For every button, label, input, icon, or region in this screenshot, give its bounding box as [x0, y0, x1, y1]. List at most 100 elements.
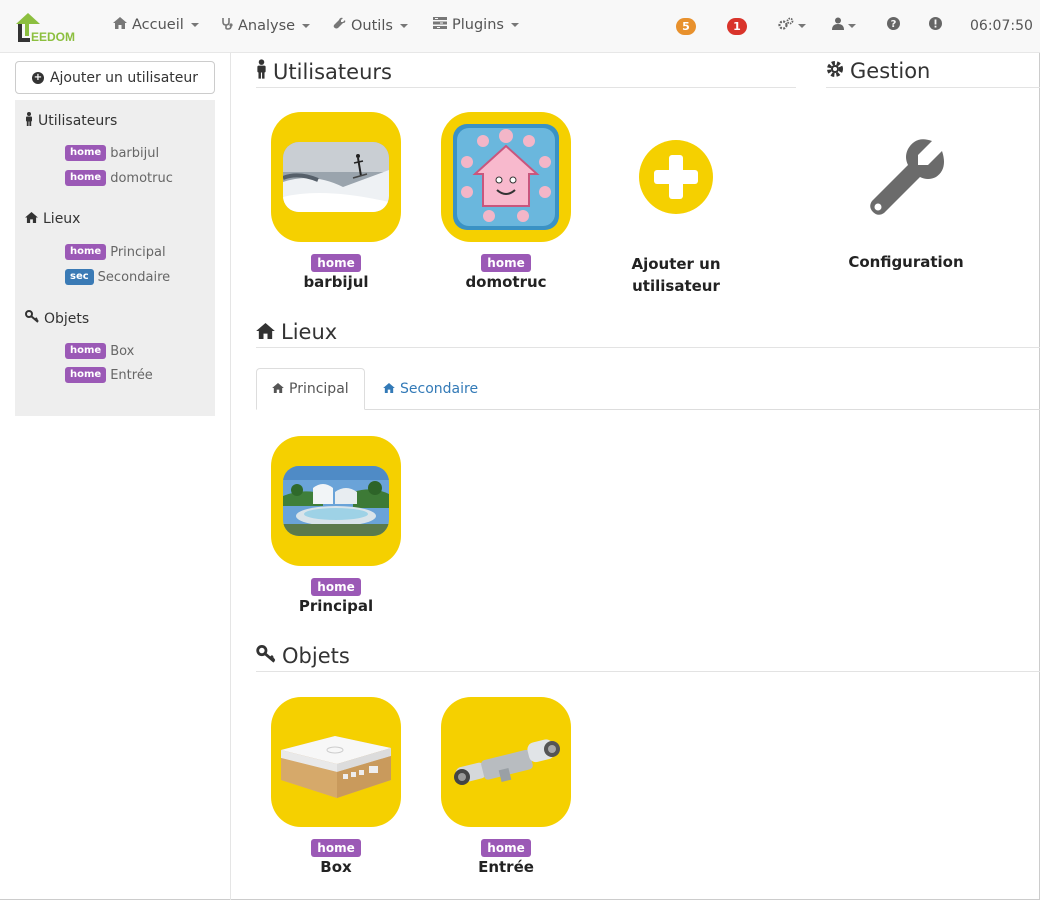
alert-button[interactable] — [929, 17, 942, 34]
sec-tag: sec — [65, 269, 94, 285]
tab-secondaire[interactable]: Secondaire — [368, 368, 493, 410]
ski-photo — [283, 142, 389, 212]
chevron-down-icon — [848, 23, 856, 28]
house-avatar-image — [453, 124, 559, 230]
sidebar-item-label: Entrée — [110, 367, 153, 383]
warnings-badge[interactable]: 5 — [676, 18, 696, 35]
sidebar-item-label: Principal — [110, 244, 166, 260]
system-menu[interactable] — [778, 17, 806, 35]
user-card-domotruc[interactable]: home domotruc — [431, 112, 581, 291]
add-user-button[interactable]: + Ajouter un utilisateur — [15, 61, 215, 94]
logo-text: EEDOM — [31, 30, 75, 44]
plus-circle-icon: + — [31, 71, 44, 84]
clock: 06:07:50 — [970, 18, 1033, 34]
home-tag: home — [65, 244, 107, 260]
villa-photo — [283, 466, 389, 536]
chevron-down-icon — [399, 23, 408, 28]
object-image-tile — [441, 697, 571, 827]
home-icon — [113, 17, 127, 33]
home-tag: home — [311, 839, 361, 857]
tab-principal[interactable]: Principal — [256, 368, 365, 410]
sidebar-users-title: Utilisateurs — [38, 113, 118, 129]
divider — [256, 671, 1040, 672]
user-card-barbijul[interactable]: home barbijul — [261, 112, 411, 291]
add-user-icon-wrap — [611, 112, 741, 242]
home-tag: home — [65, 145, 107, 161]
configuration-icon-wrap — [841, 112, 971, 242]
male-icon — [25, 112, 33, 130]
stethoscope-icon — [221, 17, 233, 34]
top-navbar: EEDOM Accueil Analyse Outils Plugins 5 1 — [0, 0, 1040, 53]
home-tag: home — [65, 367, 107, 383]
place-card-principal[interactable]: home Principal — [261, 436, 411, 615]
divider — [826, 87, 1040, 88]
nav-analyse-label: Analyse — [238, 17, 296, 34]
nav-outils[interactable]: Outils — [333, 17, 408, 34]
sidebar-objects-heading: Objets — [25, 310, 89, 327]
jeedom-logo[interactable]: EEDOM — [14, 10, 86, 44]
home-tag: home — [311, 254, 361, 272]
nav-accueil-label: Accueil — [132, 17, 184, 33]
nav-outils-label: Outils — [351, 17, 393, 34]
tab-label: Secondaire — [400, 381, 479, 397]
exclamation-circle-icon — [929, 17, 942, 34]
chevron-down-icon — [798, 24, 806, 28]
sidebar-item-label: domotruc — [110, 170, 173, 186]
add-user-label: Ajouter un utilisateur — [49, 69, 199, 86]
user-menu[interactable] — [832, 17, 856, 34]
key-icon — [25, 310, 39, 327]
home-tag: home — [481, 254, 531, 272]
object-name: Box — [320, 858, 352, 876]
chevron-down-icon — [302, 23, 311, 28]
lock-cylinder-image — [454, 739, 560, 785]
objects-section-title: Objets — [256, 644, 350, 668]
sidebar-item-box[interactable]: home Box — [65, 343, 134, 359]
home-tag: home — [65, 170, 107, 186]
svg-text:?: ? — [891, 19, 897, 30]
sidebar-item-label: barbijul — [110, 145, 160, 161]
divider — [256, 87, 796, 88]
gestion-section-title: Gestion — [826, 59, 930, 83]
add-user-text: Ajouter un utilisateur — [601, 253, 751, 297]
sidebar-objects-title: Objets — [44, 310, 90, 327]
sidebar-item-domotruc[interactable]: home domotruc — [65, 170, 173, 186]
male-icon — [256, 59, 267, 84]
home-tag: home — [311, 578, 361, 596]
add-user-line1: Ajouter un — [631, 255, 721, 273]
gestion-title-text: Gestion — [850, 59, 931, 83]
object-card-entree[interactable]: home Entrée — [431, 697, 581, 876]
home-icon — [25, 211, 38, 227]
nav-analyse[interactable]: Analyse — [221, 17, 311, 34]
sidebar-item-principal[interactable]: home Principal — [65, 244, 166, 260]
nav-plugins[interactable]: Plugins — [433, 17, 519, 33]
question-circle-icon: ? — [887, 17, 900, 34]
errors-badge[interactable]: 1 — [727, 18, 747, 35]
user-name: domotruc — [465, 273, 547, 291]
cogs-icon — [778, 17, 794, 35]
chevron-down-icon — [190, 23, 199, 27]
help-button[interactable]: ? — [887, 17, 900, 34]
box-device-image — [281, 736, 391, 798]
configuration-card[interactable]: Configuration — [831, 112, 981, 271]
sidebar: + Ajouter un utilisateur Utilisateurs ho… — [0, 53, 231, 900]
sidebar-places-heading: Lieux — [25, 211, 80, 227]
chevron-down-icon — [510, 23, 519, 27]
sidebar-item-entree[interactable]: home Entrée — [65, 367, 153, 383]
user-avatar-tile — [271, 112, 401, 242]
plus-circle-icon — [639, 140, 713, 214]
tasks-icon — [433, 17, 447, 33]
add-user-card[interactable]: Ajouter un utilisateur — [601, 112, 751, 297]
sidebar-item-secondaire[interactable]: sec Secondaire — [65, 269, 170, 285]
nav-accueil[interactable]: Accueil — [113, 17, 199, 33]
sidebar-item-label: Secondaire — [97, 269, 171, 285]
home-icon — [256, 320, 275, 344]
object-name: Entrée — [478, 858, 534, 876]
place-image-tile — [271, 436, 401, 566]
user-icon — [832, 17, 844, 34]
object-card-box[interactable]: home Box — [261, 697, 411, 876]
user-name: barbijul — [303, 273, 369, 291]
tab-label: Principal — [289, 381, 349, 397]
sidebar-item-barbijul[interactable]: home barbijul — [65, 145, 159, 161]
places-title-text: Lieux — [281, 320, 338, 344]
place-name: Principal — [298, 597, 374, 615]
